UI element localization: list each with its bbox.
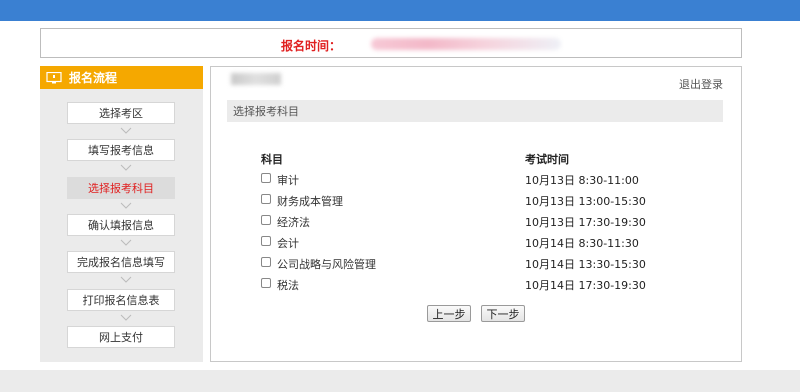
chevron-down-icon <box>120 202 132 209</box>
subject-checkbox[interactable] <box>261 236 271 246</box>
subject-checkbox[interactable] <box>261 173 271 183</box>
step-fill-info[interactable]: 填写报考信息 <box>67 139 175 161</box>
subject-name: 财务成本管理 <box>277 195 343 208</box>
step-confirm-info[interactable]: 确认填报信息 <box>67 214 175 236</box>
logout-link[interactable]: 退出登录 <box>679 76 723 92</box>
main-panel: 退出登录 选择报考科目 科目 考试时间 审计 10月13日 8:30-11:00… <box>210 66 742 362</box>
chevron-down-icon <box>120 276 132 283</box>
table-row: 公司战略与风险管理 10月14日 13:30-15:30 <box>261 255 681 271</box>
subject-name: 税法 <box>277 279 299 292</box>
step-complete-registration[interactable]: 完成报名信息填写 <box>67 251 175 273</box>
table-row: 经济法 10月13日 17:30-19:30 <box>261 213 681 229</box>
subject-checkbox[interactable] <box>261 257 271 267</box>
subject-name: 公司战略与风险管理 <box>277 258 376 271</box>
exam-time: 10月13日 17:30-19:30 <box>525 216 646 229</box>
registration-time-notice: 报名时间： <box>40 28 742 58</box>
redacted-registration-time <box>371 38 561 50</box>
subject-name: 会计 <box>277 237 299 250</box>
subject-checkbox[interactable] <box>261 215 271 225</box>
subject-name: 经济法 <box>277 216 310 229</box>
step-select-exam-area[interactable]: 选择考区 <box>67 102 175 124</box>
footer-bar <box>0 370 800 392</box>
column-header-exam-time: 考试时间 <box>525 153 569 166</box>
chevron-down-icon <box>120 164 132 171</box>
step-online-payment[interactable]: 网上支付 <box>67 326 175 348</box>
next-step-button[interactable]: 下一步 <box>481 305 525 322</box>
sidebar-header: 报名流程 <box>40 66 203 89</box>
section-title: 选择报考科目 <box>227 100 723 122</box>
chevron-down-icon <box>120 314 132 321</box>
subject-checkbox[interactable] <box>261 278 271 288</box>
sidebar-title: 报名流程 <box>69 71 118 85</box>
table-row: 会计 10月14日 8:30-11:30 <box>261 234 681 250</box>
exam-time: 10月14日 17:30-19:30 <box>525 279 646 292</box>
subject-name: 审计 <box>277 174 299 187</box>
registration-time-label: 报名时间： <box>281 39 342 53</box>
column-header-subject: 科目 <box>261 153 283 166</box>
exam-time: 10月13日 8:30-11:00 <box>525 174 639 187</box>
exam-time: 10月14日 8:30-11:30 <box>525 237 639 250</box>
subject-checkbox[interactable] <box>261 194 271 204</box>
step-select-subjects[interactable]: 选择报考科目 <box>67 177 175 199</box>
table-row: 财务成本管理 10月13日 13:00-15:30 <box>261 192 681 208</box>
exam-time: 10月14日 13:30-15:30 <box>525 258 646 271</box>
exam-time: 10月13日 13:00-15:30 <box>525 195 646 208</box>
chevron-down-icon <box>120 127 132 134</box>
table-row: 税法 10月14日 17:30-19:30 <box>261 276 681 292</box>
process-sidebar: 报名流程 选择考区 填写报考信息 选择报考科目 确认填报信息 完成报名信息填写 … <box>40 66 203 362</box>
redacted-username <box>231 73 281 85</box>
step-print-form[interactable]: 打印报名信息表 <box>67 289 175 311</box>
top-banner <box>0 0 800 21</box>
chevron-down-icon <box>120 239 132 246</box>
monitor-icon <box>46 71 62 84</box>
previous-step-button[interactable]: 上一步 <box>427 305 471 322</box>
table-row: 审计 10月13日 8:30-11:00 <box>261 171 681 187</box>
